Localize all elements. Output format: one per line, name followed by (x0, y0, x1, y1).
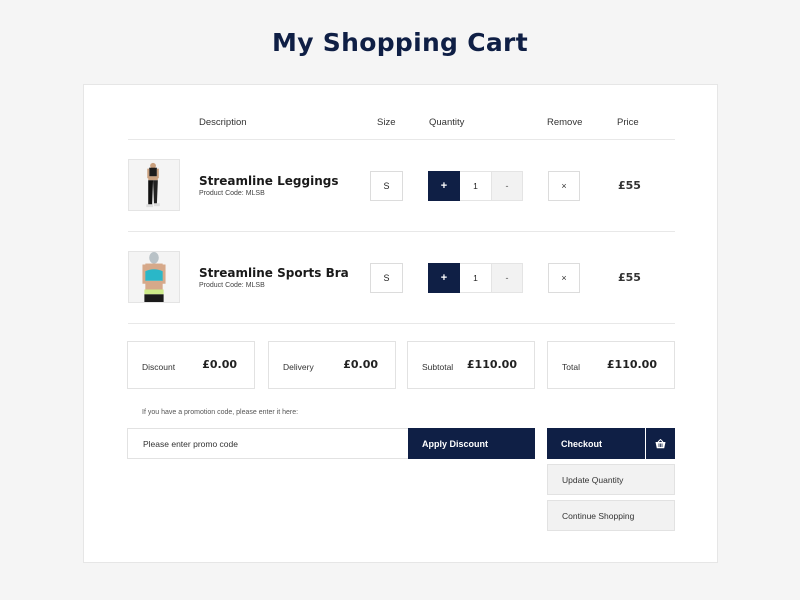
quantity-field[interactable]: 1 (460, 171, 491, 201)
remove-item-button[interactable]: × (548, 263, 580, 293)
header-remove: Remove (547, 117, 583, 128)
page-title: My Shopping Cart (272, 28, 528, 57)
promo-hint: If you have a promotion code, please ent… (142, 409, 299, 416)
product-name[interactable]: Streamline Leggings (199, 174, 338, 188)
delivery-summary: Delivery £0.00 (268, 341, 396, 389)
item-price: £55 (618, 271, 641, 284)
header-description: Description (199, 117, 247, 128)
cart-panel: Description Size Quantity Remove Price S… (83, 84, 718, 563)
increase-quantity-button[interactable]: + (428, 263, 460, 293)
subtotal-value: £110.00 (466, 358, 517, 371)
divider (128, 231, 675, 232)
product-code: Product Code: MLSB (199, 190, 265, 197)
total-summary: Total £110.00 (547, 341, 675, 389)
total-value: £110.00 (606, 358, 657, 371)
quantity-stepper: + 1 - (428, 171, 523, 201)
apply-discount-button[interactable]: Apply Discount (408, 428, 535, 459)
header-quantity: Quantity (429, 117, 465, 128)
checkout-button[interactable]: Checkout (547, 428, 645, 459)
continue-shopping-button[interactable]: Continue Shopping (547, 500, 675, 531)
delivery-label: Delivery (283, 362, 314, 372)
divider (128, 139, 675, 140)
item-price: £55 (618, 179, 641, 192)
discount-summary: Discount £0.00 (127, 341, 255, 389)
quantity-stepper: + 1 - (428, 263, 523, 293)
update-quantity-button[interactable]: Update Quantity (547, 464, 675, 495)
increase-quantity-button[interactable]: + (428, 171, 460, 201)
promo-code-input[interactable]: Please enter promo code (127, 428, 409, 459)
decrease-quantity-button[interactable]: - (491, 263, 523, 293)
total-label: Total (562, 362, 580, 372)
basket-icon (655, 438, 666, 448)
discount-label: Discount (142, 362, 176, 372)
delivery-value: £0.00 (343, 358, 378, 371)
subtotal-label: Subtotal (422, 362, 454, 372)
discount-value: £0.00 (202, 358, 237, 371)
product-name[interactable]: Streamline Sports Bra (199, 266, 349, 280)
subtotal-summary: Subtotal £110.00 (407, 341, 535, 389)
product-code: Product Code: MLSB (199, 282, 265, 289)
size-selector[interactable]: S (370, 263, 403, 293)
quantity-field[interactable]: 1 (460, 263, 491, 293)
header-price: Price (617, 117, 639, 128)
decrease-quantity-button[interactable]: - (491, 171, 523, 201)
product-image-sports-bra[interactable] (128, 251, 180, 303)
remove-item-button[interactable]: × (548, 171, 580, 201)
checkout-basket-button[interactable] (646, 428, 675, 459)
header-size: Size (377, 117, 396, 128)
divider (128, 323, 675, 324)
size-selector[interactable]: S (370, 171, 403, 201)
product-image-leggings[interactable] (128, 159, 180, 211)
